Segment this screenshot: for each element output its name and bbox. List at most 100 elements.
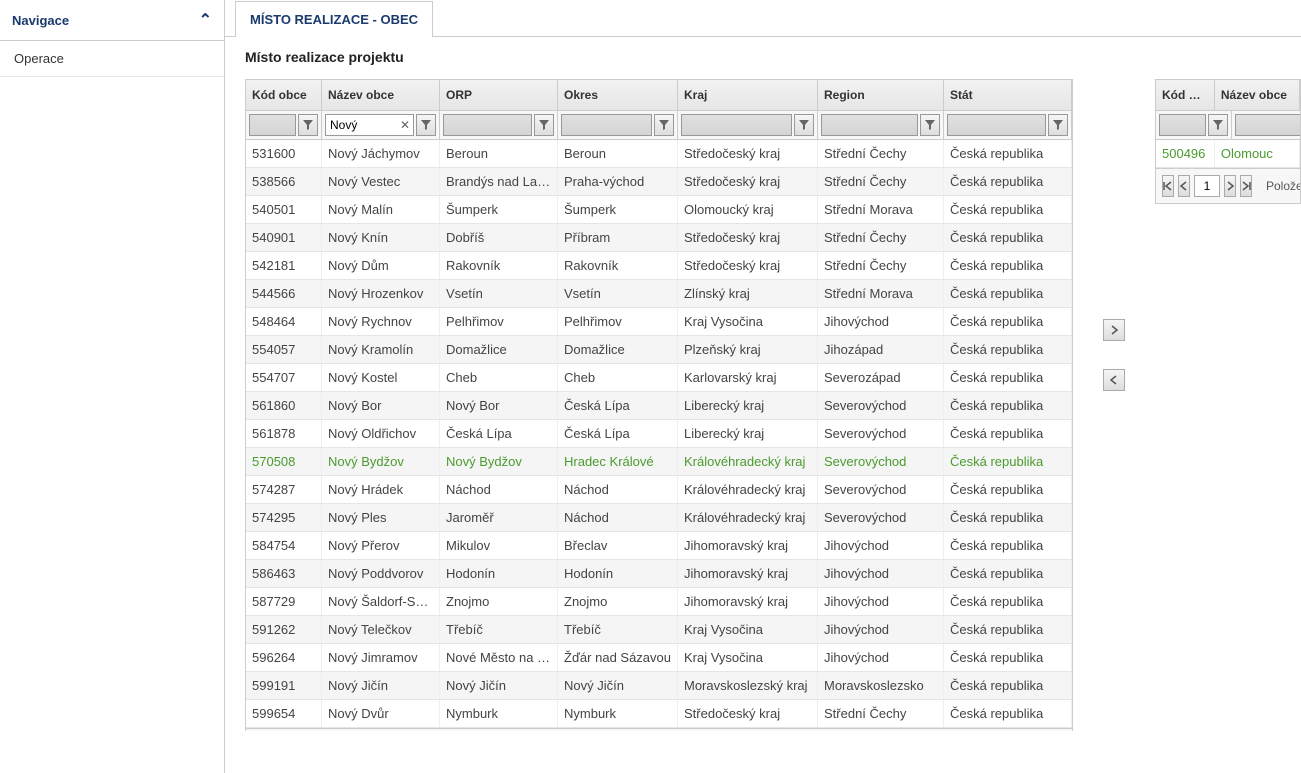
table-row[interactable]: 540501Nový MalínŠumperkŠumperkOlomoucký … <box>246 196 1072 224</box>
pager-next-button[interactable] <box>1224 175 1236 197</box>
table-row[interactable]: 591262Nový TelečkovTřebíčTřebíčKraj Vyso… <box>246 616 1072 644</box>
table-cell: Česká republika <box>944 616 1072 643</box>
pager-page-input[interactable] <box>1194 175 1220 197</box>
move-left-button[interactable] <box>1103 369 1125 391</box>
table-row[interactable]: 586463Nový PoddvorovHodonínHodonínJihomo… <box>246 560 1072 588</box>
tab-bar: MÍSTO REALIZACE - OBEC <box>225 0 1301 37</box>
table-row[interactable]: 574295Nový PlesJaroměřNáchodKrálovéhrade… <box>246 504 1072 532</box>
table-cell: Domažlice <box>440 336 558 363</box>
move-right-button[interactable] <box>1103 319 1125 341</box>
table-row[interactable]: 540901Nový KnínDobříšPříbramStředočeský … <box>246 224 1072 252</box>
table-cell: Severovýchod <box>818 392 944 419</box>
table-cell: Nový Malín <box>322 196 440 223</box>
table-cell: Nový Oldřichov <box>322 420 440 447</box>
column-header[interactable]: Okres <box>558 80 678 110</box>
pager-first-button[interactable] <box>1162 175 1174 197</box>
table-row[interactable]: 570508Nový BydžovNový BydžovHradec Králo… <box>246 448 1072 476</box>
table-cell: Kraj Vysočina <box>678 616 818 643</box>
table-cell: Nový Jimramov <box>322 644 440 671</box>
column-header[interactable]: Stát <box>944 80 1072 110</box>
table-cell: Česká republika <box>944 280 1072 307</box>
horizontal-scrollbar[interactable] <box>245 741 1301 761</box>
table-row[interactable]: 548464Nový RychnovPelhřimovPelhřimovKraj… <box>246 308 1072 336</box>
column-header[interactable]: ORP <box>440 80 558 110</box>
table-cell: Česká republika <box>944 364 1072 391</box>
column-header[interactable]: Kód obce <box>1156 80 1215 110</box>
table-cell: 587729 <box>246 588 322 615</box>
table-row[interactable]: 599191Nový JičínNový JičínNový JičínMora… <box>246 672 1072 700</box>
table-cell: Liberecký kraj <box>678 420 818 447</box>
table-row[interactable]: 531600Nový JáchymovBerounBerounStředočes… <box>246 140 1072 168</box>
table-row[interactable]: 599654Nový DvůrNymburkNymburkStředočeský… <box>246 700 1072 728</box>
clear-icon[interactable]: ✕ <box>400 118 410 132</box>
nav-header[interactable]: Navigace ⌃ <box>0 0 224 41</box>
table-cell: Beroun <box>440 140 558 167</box>
table-cell: Česká republika <box>944 336 1072 363</box>
pager-last-button[interactable] <box>1240 175 1252 197</box>
filter-input[interactable] <box>561 114 652 136</box>
filter-icon[interactable] <box>1208 114 1228 136</box>
table-cell: Severovýchod <box>818 448 944 475</box>
filter-icon[interactable] <box>654 114 674 136</box>
pager-prev-button[interactable] <box>1178 175 1190 197</box>
table-cell: Střední Čechy <box>818 700 944 727</box>
filter-cell <box>558 111 678 139</box>
table-cell: Nový Bydžov <box>440 448 558 475</box>
table-cell: Česká republika <box>944 392 1072 419</box>
right-grid: Kód obceNázev obce 500496Olomouc Položek… <box>1155 79 1301 204</box>
table-row[interactable]: 538566Nový VestecBrandýs nad Lab...Praha… <box>246 168 1072 196</box>
table-row[interactable]: 587729Nový Šaldorf-Sed...ZnojmoZnojmoJih… <box>246 588 1072 616</box>
filter-icon[interactable] <box>534 114 554 136</box>
table-cell: Rakovník <box>440 252 558 279</box>
filter-icon[interactable] <box>298 114 318 136</box>
table-cell: Česká republika <box>944 196 1072 223</box>
table-cell: Česká republika <box>944 168 1072 195</box>
filter-input[interactable] <box>249 114 296 136</box>
tab-misto-realizace[interactable]: MÍSTO REALIZACE - OBEC <box>235 1 433 37</box>
table-row[interactable]: 544566Nový HrozenkovVsetínVsetínZlínský … <box>246 280 1072 308</box>
filter-icon[interactable] <box>794 114 814 136</box>
filter-icon[interactable] <box>1048 114 1068 136</box>
column-header[interactable]: Kraj <box>678 80 818 110</box>
table-cell: 586463 <box>246 560 322 587</box>
table-row[interactable]: 584754Nový PřerovMikulovBřeclavJihomorav… <box>246 532 1072 560</box>
table-row[interactable]: 554057Nový KramolínDomažliceDomažlicePlz… <box>246 336 1072 364</box>
column-header[interactable]: Název obce <box>322 80 440 110</box>
table-row[interactable]: 554707Nový KostelChebChebKarlovarský kra… <box>246 364 1072 392</box>
table-cell: Nový Bor <box>322 392 440 419</box>
filter-input[interactable] <box>681 114 792 136</box>
table-cell: Šumperk <box>440 196 558 223</box>
filter-icon[interactable] <box>920 114 940 136</box>
table-row[interactable]: 542181Nový DůmRakovníkRakovníkStředočesk… <box>246 252 1072 280</box>
table-row[interactable]: 574287Nový HrádekNáchodNáchodKrálovéhrad… <box>246 476 1072 504</box>
table-cell: Jihovýchod <box>818 308 944 335</box>
filter-input[interactable] <box>821 114 918 136</box>
table-row[interactable]: 500496Olomouc <box>1156 140 1300 168</box>
table-cell: Znojmo <box>558 588 678 615</box>
table-cell: 599654 <box>246 700 322 727</box>
table-cell: Severovýchod <box>818 420 944 447</box>
table-row[interactable]: 561878Nový OldřichovČeská LípaČeská Lípa… <box>246 420 1072 448</box>
table-cell: Nový Poddvorov <box>322 560 440 587</box>
nav-title: Navigace <box>12 13 69 28</box>
filter-input[interactable] <box>1159 114 1206 136</box>
table-row[interactable]: 561860Nový BorNový BorČeská LípaLibereck… <box>246 392 1072 420</box>
column-header[interactable]: Kód obce <box>246 80 322 110</box>
filter-input[interactable] <box>443 114 532 136</box>
table-cell: Česká republika <box>944 588 1072 615</box>
table-cell: Olomoucký kraj <box>678 196 818 223</box>
column-header[interactable]: Název obce <box>1215 80 1300 110</box>
table-cell: Česká republika <box>944 308 1072 335</box>
table-cell: Nový Hrozenkov <box>322 280 440 307</box>
table-row[interactable]: 596264Nový JimramovNové Město na M...Žďá… <box>246 644 1072 672</box>
table-cell: Česká republika <box>944 700 1072 727</box>
filter-input[interactable] <box>947 114 1046 136</box>
table-cell: Karlovarský kraj <box>678 364 818 391</box>
table-cell: Česká republika <box>944 448 1072 475</box>
nav-item-operace[interactable]: Operace <box>0 41 224 77</box>
filter-input[interactable] <box>1235 114 1301 136</box>
filter-icon[interactable] <box>416 114 436 136</box>
table-cell: Náchod <box>558 476 678 503</box>
column-header[interactable]: Region <box>818 80 944 110</box>
table-cell: Rakovník <box>558 252 678 279</box>
